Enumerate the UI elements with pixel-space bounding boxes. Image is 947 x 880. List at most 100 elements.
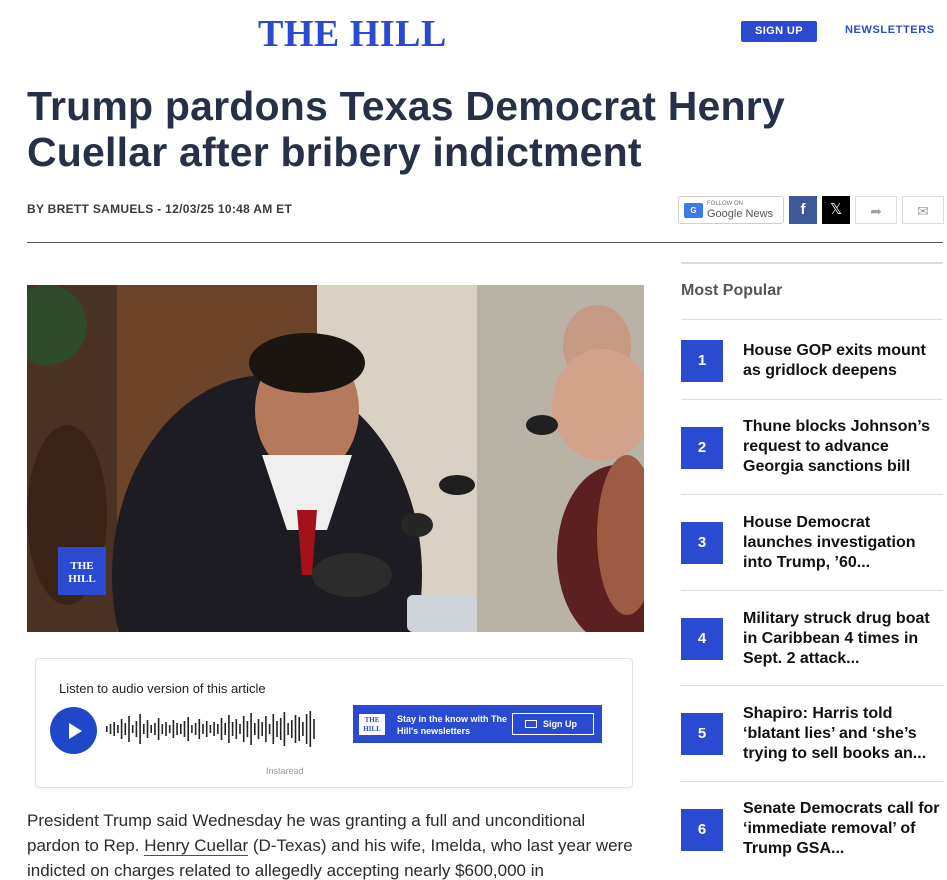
waveform-bar bbox=[279, 718, 282, 740]
audio-player-card: Listen to audio version of this article … bbox=[35, 658, 633, 788]
most-popular-divider bbox=[681, 685, 943, 686]
waveform-bar bbox=[309, 711, 312, 747]
audio-label: Listen to audio version of this article bbox=[59, 681, 266, 696]
google-news-icon: G bbox=[684, 203, 703, 218]
audio-waveform[interactable] bbox=[106, 709, 321, 749]
article-body: President Trump said Wednesday he was gr… bbox=[27, 808, 639, 880]
waveform-bar bbox=[228, 715, 230, 743]
waveform-bar bbox=[254, 723, 256, 735]
envelope-icon bbox=[525, 720, 537, 728]
waveform-bar bbox=[298, 717, 300, 741]
waveform-bar bbox=[313, 719, 315, 739]
waveform-bar bbox=[231, 722, 234, 736]
mail-icon: ✉ bbox=[917, 203, 929, 219]
gnews-label: Google News bbox=[707, 208, 774, 220]
waveform-bar bbox=[257, 719, 260, 739]
share-button[interactable]: ➦ bbox=[855, 196, 897, 224]
waveform-bar bbox=[183, 721, 186, 737]
waveform-bar bbox=[250, 713, 252, 745]
newsletter-banner-text: Stay in the know with The Hill's newslet… bbox=[397, 714, 508, 736]
most-popular-divider bbox=[681, 494, 943, 495]
rank-badge: 3 bbox=[681, 522, 723, 564]
waveform-bar bbox=[294, 715, 297, 743]
waveform-bar bbox=[287, 723, 289, 735]
the-hill-logo-small: THE HILL bbox=[359, 714, 385, 735]
google-news-follow-button[interactable]: G FOLLOW ON Google News bbox=[678, 196, 784, 224]
byline: BY BRETT SAMUELS - 12/03/25 10:48 AM ET bbox=[27, 202, 293, 216]
rank-badge: 2 bbox=[681, 427, 723, 469]
most-popular-divider bbox=[681, 590, 943, 591]
waveform-bar bbox=[180, 724, 182, 734]
waveform-bar bbox=[191, 725, 193, 733]
waveform-bar bbox=[109, 724, 112, 734]
most-popular-divider bbox=[681, 319, 943, 320]
waveform-bar bbox=[135, 721, 138, 737]
instaread-credit[interactable]: Instaread bbox=[266, 766, 304, 776]
most-popular-title[interactable]: Military struck drug boat in Caribbean 4… bbox=[743, 609, 943, 669]
waveform-bar bbox=[217, 724, 219, 734]
waveform-bar bbox=[131, 725, 134, 733]
waveform-bar bbox=[213, 722, 215, 736]
waveform-bar bbox=[305, 714, 308, 744]
article-headline: Trump pardons Texas Democrat Henry Cuell… bbox=[27, 83, 785, 175]
newsletters-link[interactable]: NEWSLETTERS bbox=[845, 24, 935, 36]
waveform-bar bbox=[143, 724, 145, 734]
most-popular-divider bbox=[681, 781, 943, 782]
newsletter-banner[interactable]: THE HILL Stay in the know with The Hill'… bbox=[353, 705, 602, 743]
waveform-bar bbox=[176, 723, 178, 735]
waveform-bar bbox=[265, 716, 267, 742]
waveform-bar bbox=[150, 725, 152, 733]
waveform-bar bbox=[242, 716, 245, 742]
most-popular-title[interactable]: Thune blocks Johnson’s request to advanc… bbox=[743, 417, 943, 477]
most-popular-rule bbox=[681, 262, 943, 264]
waveform-bar bbox=[106, 726, 108, 732]
newsletter-signup-button[interactable]: Sign Up bbox=[512, 713, 594, 735]
most-popular-heading: Most Popular bbox=[681, 282, 783, 299]
waveform-bar bbox=[235, 719, 238, 739]
facebook-icon: f bbox=[800, 201, 806, 218]
most-popular-title[interactable]: House Democrat launches investigation in… bbox=[743, 513, 943, 573]
waveform-bar bbox=[165, 722, 167, 736]
site-logo[interactable]: THE HILL bbox=[258, 12, 447, 56]
waveform-bar bbox=[154, 723, 156, 735]
header-divider bbox=[27, 242, 943, 243]
waveform-bar bbox=[161, 724, 164, 734]
waveform-bar bbox=[220, 718, 223, 740]
waveform-bar bbox=[261, 722, 263, 736]
waveform-bar bbox=[120, 719, 123, 739]
waveform-bar bbox=[168, 725, 171, 733]
article-hero-image: THE HILL bbox=[27, 285, 644, 632]
x-share-button[interactable]: 𝕏 bbox=[822, 196, 850, 224]
waveform-bar bbox=[124, 723, 127, 735]
waveform-bar bbox=[117, 725, 119, 733]
waveform-bar bbox=[146, 720, 149, 738]
waveform-bar bbox=[239, 724, 241, 734]
sign-up-button[interactable]: SIGN UP bbox=[741, 21, 817, 42]
waveform-bar bbox=[139, 714, 141, 744]
henry-cuellar-link[interactable]: Henry Cuellar bbox=[144, 836, 249, 856]
waveform-bar bbox=[205, 721, 208, 737]
waveform-bar bbox=[209, 725, 212, 733]
most-popular-title[interactable]: House GOP exits mount as gridlock deepen… bbox=[743, 341, 943, 381]
waveform-bar bbox=[172, 720, 175, 738]
facebook-share-button[interactable]: f bbox=[789, 196, 817, 224]
newsletter-signup-label: Sign Up bbox=[543, 719, 577, 729]
most-popular-title[interactable]: Shapiro: Harris told ‘blatant lies’ and … bbox=[743, 704, 943, 764]
waveform-bar bbox=[272, 714, 275, 744]
waveform-bar bbox=[224, 723, 226, 735]
most-popular-title[interactable]: Senate Democrats call for ‘immediate rem… bbox=[743, 799, 943, 859]
gnews-follow-label: FOLLOW ON bbox=[707, 201, 744, 207]
waveform-bar bbox=[291, 720, 293, 738]
rank-badge: 4 bbox=[681, 618, 723, 660]
svg-text:HILL: HILL bbox=[68, 573, 96, 585]
waveform-bar bbox=[246, 721, 249, 737]
share-arrow-icon: ➦ bbox=[870, 203, 882, 219]
rank-badge: 6 bbox=[681, 809, 723, 851]
waveform-bar bbox=[268, 724, 271, 734]
email-share-button[interactable]: ✉ bbox=[902, 196, 944, 224]
waveform-bar bbox=[276, 721, 278, 737]
play-button[interactable] bbox=[50, 707, 97, 754]
waveform-bar bbox=[128, 716, 130, 742]
svg-text:THE: THE bbox=[70, 560, 93, 572]
waveform-bar bbox=[202, 724, 204, 734]
